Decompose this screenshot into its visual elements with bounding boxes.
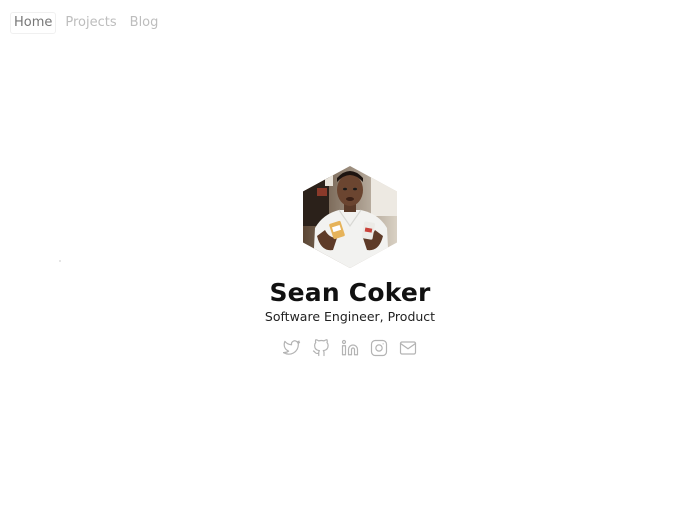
linkedin-link[interactable]: [340, 338, 360, 358]
linkedin-icon: [341, 339, 359, 356]
social-links: [282, 338, 418, 358]
profile-name: Sean Coker: [269, 278, 431, 307]
nav-blog-link[interactable]: Blog: [126, 12, 163, 34]
email-link[interactable]: [398, 338, 418, 358]
twitter-link[interactable]: [282, 338, 302, 358]
page: Home Projects Blog Sean Coker Software E…: [0, 0, 700, 525]
github-icon: [312, 339, 329, 357]
github-link[interactable]: [311, 338, 331, 358]
instagram-icon: [370, 339, 388, 357]
nav-home-link[interactable]: Home: [10, 12, 57, 34]
top-nav: Home Projects Blog: [10, 12, 162, 34]
instagram-link[interactable]: [369, 338, 389, 358]
email-icon: [399, 341, 417, 355]
avatar: [303, 166, 397, 268]
nav-projects-link[interactable]: Projects: [61, 12, 120, 34]
twitter-icon: [283, 340, 301, 355]
profile-tagline: Software Engineer, Product: [264, 309, 436, 324]
profile-hero: Sean Coker Software Engineer, Product: [0, 166, 700, 358]
